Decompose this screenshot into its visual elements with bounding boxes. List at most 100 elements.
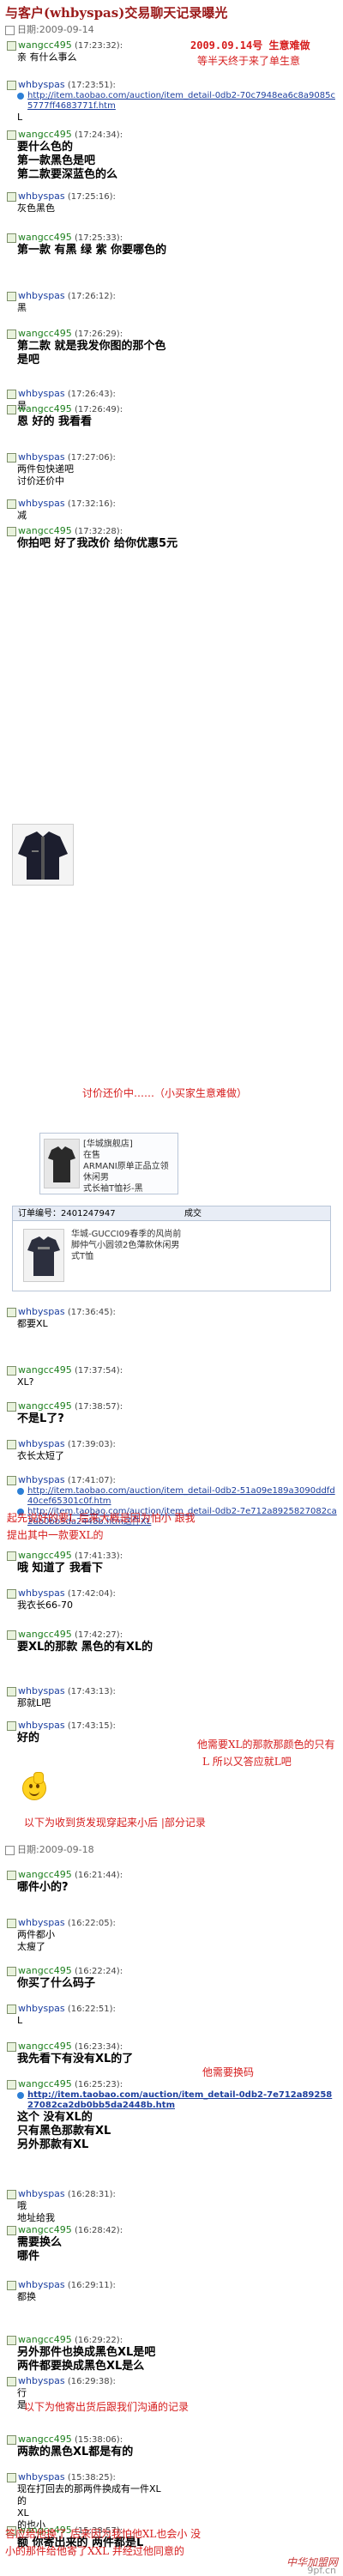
user-status-icon <box>7 2472 16 2482</box>
browser-link-icon <box>17 1488 24 1495</box>
message-time: (17:23:32): <box>71 41 123 51</box>
chat-message: whbyspas (17:27:06): 两件包快递吧 讨价还价中 <box>7 451 337 487</box>
message-header: wangcc495 (15:38:06): <box>7 2434 337 2445</box>
checkbox-icon[interactable] <box>5 1845 15 1855</box>
chat-message: wangcc495 (16:28:42): 需要换么 哪件 <box>7 2224 337 2264</box>
sender-name: wangcc495 <box>18 2041 72 2052</box>
message-header: wangcc495 (16:29:22): <box>7 2334 337 2345</box>
message-time: (17:37:54): <box>71 1366 123 1376</box>
message-line: 都要XL <box>17 1318 48 1329</box>
message-time: (17:32:16): <box>64 499 116 509</box>
sender-name: whbyspas <box>18 2003 65 2014</box>
message-time: (17:26:12): <box>64 292 116 301</box>
chat-message: wangcc495 (16:25:23): http://item.taobao.… <box>7 2078 337 2152</box>
message-header: wangcc495 (17:26:29): <box>7 328 337 339</box>
sender-name: wangcc495 <box>18 1629 72 1640</box>
message-line: 行 <box>17 2387 27 2398</box>
chat-message: wangcc495 (16:29:22): 另外那件也换成黑色XL是吧 两件都要换成… <box>7 2334 337 2373</box>
message-header: whbyspas (17:25:16): <box>7 190 337 202</box>
sender-name: wangcc495 <box>18 525 72 536</box>
sender-name: whbyspas <box>18 1685 65 1696</box>
message-time: (17:39:03): <box>64 1440 116 1449</box>
chat-message: wangcc495 (15:38:06): 两款的黑色XL都是有的 <box>7 2434 337 2459</box>
annotation-note: 他需要XL的那款那颜色的只有 <box>197 1738 335 1751</box>
sender-name: wangcc495 <box>18 2224 72 2235</box>
item-link[interactable]: http://item.taobao.com/auction/item_deta… <box>27 2090 337 2111</box>
annotation-note: 提出其中一款要XL的 <box>7 1529 104 1541</box>
sender-name: whbyspas <box>18 1720 65 1731</box>
sender-name: whbyspas <box>18 2375 65 2386</box>
card-title: [华城旗舰店] <box>83 1140 133 1149</box>
message-line: 两件都要换成黑色XL是么 <box>17 2360 145 2373</box>
message-body: 都换 <box>17 2291 337 2303</box>
chat-message: whbyspas (17:43:13): 那就L吧 <box>7 1685 337 1709</box>
chat-message: whbyspas (17:32:16): 减 <box>7 498 337 522</box>
chat-message: wangcc495 (17:26:29): 第二款 就是我发你图的那个色 是吧 <box>7 328 337 367</box>
chat-message: wangcc495 (17:25:33): 第一款 有黑 绿 紫 你要哪色的 <box>7 232 337 257</box>
user-status-icon <box>7 191 16 202</box>
message-header: wangcc495 (17:32:28): <box>7 525 337 536</box>
message-header: whbyspas (17:23:51): <box>7 79 337 90</box>
product-thumbnail <box>44 1139 80 1188</box>
message-line: 两件包快递吧 <box>17 463 74 475</box>
message-body: 不是L了? <box>17 1412 337 1426</box>
browser-link-icon <box>17 93 24 100</box>
user-status-icon <box>7 80 16 90</box>
user-status-icon <box>7 40 16 51</box>
message-line: 另外那款有XL <box>17 2138 89 2151</box>
message-line: 太瘦了 <box>17 1941 45 1952</box>
order-card[interactable]: 订单编号：2401247947 成交 华城-GUCCI09春季的风尚前 脚仲气小… <box>12 1206 331 1291</box>
card-desc2: 式长袖T恤衫-黑 <box>83 1184 143 1194</box>
message-time: (16:29:11): <box>64 2281 116 2290</box>
sender-name: wangcc495 <box>18 403 72 414</box>
user-status-icon <box>7 452 16 463</box>
sender-name: whbyspas <box>18 1306 65 1317</box>
message-body: http://item.taobao.com/auction/item_deta… <box>17 2090 337 2152</box>
message-header: whbyspas (16:29:11): <box>7 2279 337 2290</box>
sender-name: wangcc495 <box>18 232 72 243</box>
chat-message: whbyspas (17:23:51): http://item.taobao.c… <box>7 79 337 124</box>
user-status-icon <box>7 2225 16 2235</box>
annotation-note: L 所以又答应就L吧 <box>202 1756 292 1768</box>
item-link[interactable]: http://item.taobao.com/auction/item_deta… <box>27 1486 337 1507</box>
user-status-icon <box>7 1307 16 1317</box>
message-line: 只有黑色那款有XL <box>17 2125 111 2138</box>
product-card[interactable]: [华城旗舰店] 在售 ARMANI原单正品立领休闲男 式长袖T恤衫-黑 <box>39 1133 178 1194</box>
message-line: 哪件小的? <box>17 1881 69 1894</box>
user-status-icon <box>7 1686 16 1696</box>
date-divider: 日期:2009-09-14 <box>5 22 94 35</box>
message-header: wangcc495 (17:26:49): <box>7 403 337 414</box>
sender-name: wangcc495 <box>18 2078 72 2089</box>
message-line: 现在打回去的那两件换成有一件XL <box>17 2483 161 2494</box>
message-line: 两件都小 <box>17 1929 55 1940</box>
checkbox-icon[interactable] <box>5 25 15 35</box>
item-link[interactable]: http://item.taobao.com/auction/item_deta… <box>27 91 337 112</box>
message-body: 第一款 有黑 绿 紫 你要哪色的 <box>17 244 337 257</box>
sender-name: wangcc495 <box>18 1364 72 1376</box>
user-status-icon <box>7 1630 16 1640</box>
chat-message: whbyspas (17:25:16): 灰色黑色 <box>7 190 337 215</box>
message-time: (17:36:45): <box>64 1308 116 1317</box>
message-body: 两款的黑色XL都是有的 <box>17 2446 337 2459</box>
message-header: wangcc495 (17:42:27): <box>7 1629 337 1640</box>
message-line: 第二款要深蓝色的么 <box>17 168 118 181</box>
message-line: 哦 <box>17 2200 27 2211</box>
user-status-icon <box>7 2041 16 2052</box>
annotation-wait-note: 等半天终于来了单生意 <box>197 55 301 67</box>
message-body: 减 <box>17 510 337 522</box>
sender-name: whbyspas <box>18 451 65 463</box>
message-header: whbyspas (17:36:45): <box>7 1306 337 1317</box>
message-body: 哦地址给我 <box>17 2200 337 2224</box>
sender-name: wangcc495 <box>18 1400 72 1412</box>
sender-name: whbyspas <box>18 388 65 399</box>
message-header: whbyspas (17:43:13): <box>7 1685 337 1696</box>
message-line: 是吧 <box>17 354 40 366</box>
card-desc: ARMANI原单正品立领休闲男 <box>83 1162 169 1182</box>
chat-message: whbyspas (17:39:03): 衣长太短了 <box>7 1438 337 1462</box>
user-status-icon <box>7 1551 16 1561</box>
message-header: wangcc495 (17:25:33): <box>7 232 337 243</box>
smile-emoticon-icon <box>22 1772 46 1800</box>
message-header: whbyspas (17:32:16): <box>7 498 337 509</box>
message-time: (17:42:27): <box>71 1630 123 1640</box>
message-header: wangcc495 (17:38:57): <box>7 1400 337 1412</box>
